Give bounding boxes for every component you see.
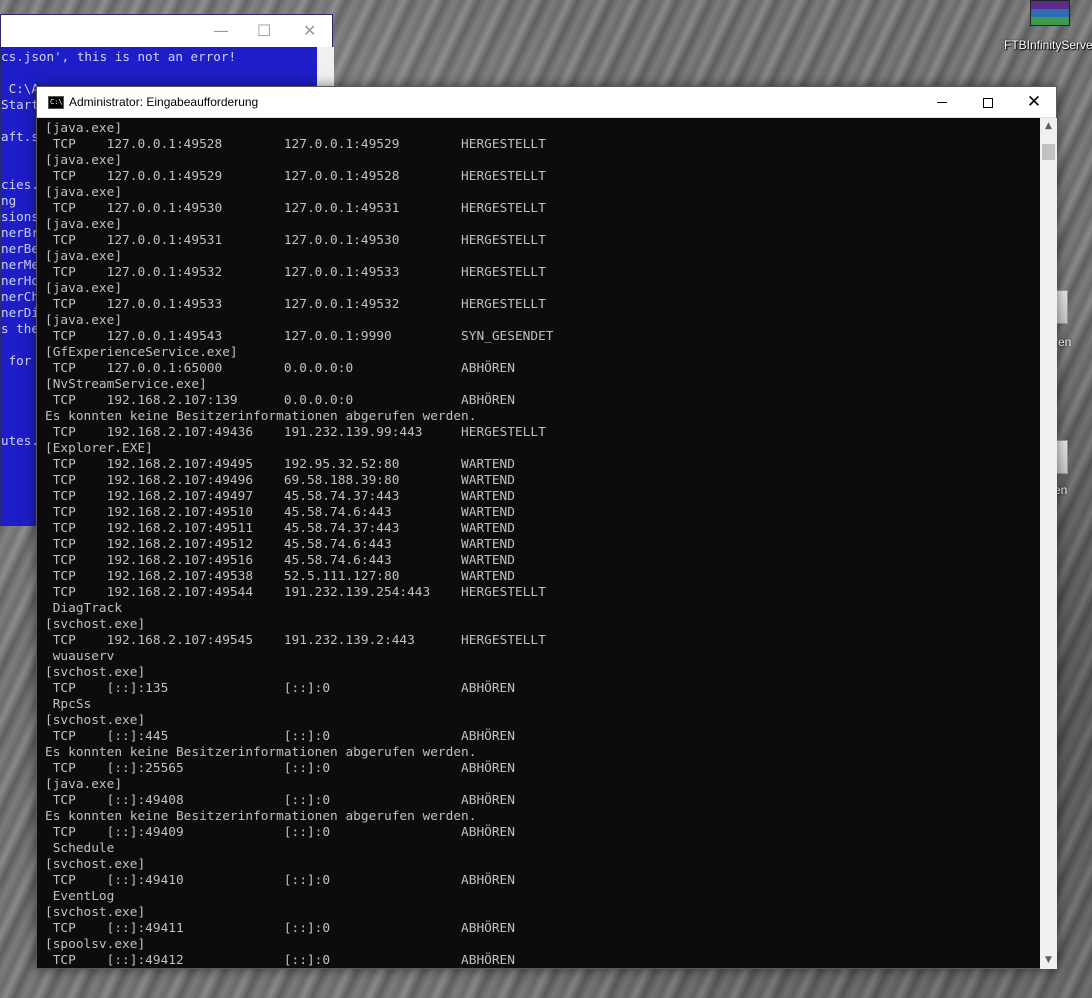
console-line: TCP [::]:445 [::]:0 ABHÖREN xyxy=(45,729,515,744)
console-line: TCP 192.168.2.107:49538 52.5.111.127:80 … xyxy=(45,569,515,584)
cmd-titlebar[interactable]: C:\ Administrator: Eingabeaufforderung ✕ xyxy=(37,87,1056,118)
background-console-line: ng xyxy=(1,193,17,208)
console-line: [spoolsv.exe] xyxy=(45,937,146,952)
console-line: DiagTrack xyxy=(45,601,123,616)
console-line: [svchost.exe] xyxy=(45,905,146,920)
console-line: TCP 127.0.0.1:49528 127.0.0.1:49529 HERG… xyxy=(45,137,546,152)
maximize-icon xyxy=(983,97,993,108)
background-console-line: nerCh xyxy=(1,289,39,304)
console-line: [java.exe] xyxy=(45,777,123,792)
close-icon[interactable]: ✕ xyxy=(303,21,316,40)
console-line: Schedule xyxy=(45,841,115,856)
console-line: TCP 192.168.2.107:49511 45.58.74.37:443 … xyxy=(45,521,515,536)
close-button[interactable]: ✕ xyxy=(1011,87,1057,118)
arrow-up-icon[interactable]: ▲ xyxy=(1040,118,1057,135)
console-line: TCP 192.168.2.107:49436 191.232.139.99:4… xyxy=(45,425,546,440)
desktop-file-icon[interactable] xyxy=(1056,290,1068,324)
console-line: [java.exe] xyxy=(45,217,123,232)
scrollbar-thumb[interactable] xyxy=(1042,144,1055,160)
console-line: [java.exe] xyxy=(45,313,123,328)
minimize-icon[interactable]: — xyxy=(213,21,229,40)
console-line: TCP 192.168.2.107:49497 45.58.74.37:443 … xyxy=(45,489,515,504)
console-line: TCP [::]:135 [::]:0 ABHÖREN xyxy=(45,681,515,696)
console-line: Es konnten keine Besitzerinformationen a… xyxy=(45,809,477,824)
console-line: [java.exe] xyxy=(45,121,123,136)
background-console-line: sions xyxy=(1,209,39,224)
close-icon: ✕ xyxy=(1026,92,1042,112)
console-line: TCP 127.0.0.1:49530 127.0.0.1:49531 HERG… xyxy=(45,201,546,216)
console-line: TCP [::]:49409 [::]:0 ABHÖREN xyxy=(45,825,515,840)
console-line: TCP 127.0.0.1:65000 0.0.0.0:0 ABHÖREN xyxy=(45,361,515,376)
console-line: [svchost.exe] xyxy=(45,857,146,872)
console-line: TCP 127.0.0.1:49532 127.0.0.1:49533 HERG… xyxy=(45,265,546,280)
background-console-line: cies. xyxy=(1,177,39,192)
cmd-window[interactable]: C:\ Administrator: Eingabeaufforderung ✕… xyxy=(36,86,1057,969)
console-line: TCP 192.168.2.107:49510 45.58.74.6:443 W… xyxy=(45,505,515,520)
console-line: [svchost.exe] xyxy=(45,713,146,728)
desktop-icon-label: FTBInfinityServer xyxy=(1004,38,1092,52)
console-line: TCP 192.168.2.107:49545 191.232.139.2:44… xyxy=(45,633,546,648)
console-line: TCP 192.168.2.107:49496 69.58.188.39:80 … xyxy=(45,473,515,488)
console-line: TCP 192.168.2.107:49495 192.95.32.52:80 … xyxy=(45,457,515,472)
console-line: [java.exe] xyxy=(45,185,123,200)
background-console-line: for xyxy=(1,353,32,368)
arrow-down-icon[interactable]: ▼ xyxy=(1040,952,1057,969)
console-line: TCP 127.0.0.1:49531 127.0.0.1:49530 HERG… xyxy=(45,233,546,248)
desktop-file-icon[interactable] xyxy=(1056,440,1068,474)
background-console-line: nerMe xyxy=(1,257,39,272)
minimize-icon xyxy=(937,102,947,103)
console-line: RpcSs xyxy=(45,697,92,712)
console-line: [java.exe] xyxy=(45,153,123,168)
maximize-icon[interactable]: ☐ xyxy=(257,21,271,40)
console-line: TCP 192.168.2.107:139 0.0.0.0:0 ABHÖREN xyxy=(45,393,515,408)
background-console-line: Start xyxy=(1,97,39,112)
console-line: TCP 192.168.2.107:49544 191.232.139.254:… xyxy=(45,585,546,600)
console-line: TCP [::]:49410 [::]:0 ABHÖREN xyxy=(45,873,515,888)
console-line: TCP 127.0.0.1:49529 127.0.0.1:49528 HERG… xyxy=(45,169,546,184)
console-line: [NvStreamService.exe] xyxy=(45,377,207,392)
background-console-line: utes. xyxy=(1,433,39,448)
console-line: [svchost.exe] xyxy=(45,617,146,632)
console-line: Es konnten keine Besitzerinformationen a… xyxy=(45,409,477,424)
background-console-line: s the xyxy=(1,321,39,336)
maximize-button[interactable] xyxy=(965,87,1011,118)
minimize-button[interactable] xyxy=(919,87,965,118)
console-line: Es konnten keine Besitzerinformationen a… xyxy=(45,745,477,760)
window-title: Administrator: Eingabeaufforderung xyxy=(69,95,259,109)
console-line: TCP [::]:49411 [::]:0 ABHÖREN xyxy=(45,921,515,936)
console-line: [GfExperienceService.exe] xyxy=(45,345,238,360)
console-line: [java.exe] xyxy=(45,281,123,296)
background-console-line: C:\A xyxy=(1,81,39,96)
background-console-line: nerBe xyxy=(1,241,39,256)
background-console-line: nerHo xyxy=(1,273,39,288)
desktop-icon-ftbinfinityserver[interactable]: FTBInfinityServer xyxy=(1004,0,1092,58)
winrar-archive-icon xyxy=(1030,0,1070,26)
background-window-titlebar[interactable]: — ☐ ✕ xyxy=(1,15,332,47)
background-console-line: nerDi xyxy=(1,305,39,320)
console-line: EventLog xyxy=(45,889,115,904)
console-line: TCP 192.168.2.107:49512 45.58.74.6:443 W… xyxy=(45,537,515,552)
console-line: [svchost.exe] xyxy=(45,665,146,680)
console-line: TCP [::]:49408 [::]:0 ABHÖREN xyxy=(45,793,515,808)
console-line: [java.exe] xyxy=(45,249,123,264)
console-line: TCP [::]:49412 [::]:0 ABHÖREN xyxy=(45,953,515,968)
console-line: TCP [::]:25565 [::]:0 ABHÖREN xyxy=(45,761,515,776)
console-line: TCP 127.0.0.1:49533 127.0.0.1:49532 HERG… xyxy=(45,297,546,312)
console-line: wuauserv xyxy=(45,649,115,664)
console-output[interactable]: [java.exe] TCP 127.0.0.1:49528 127.0.0.1… xyxy=(37,118,1040,969)
console-line: TCP 127.0.0.1:49543 127.0.0.1:9990 SYN_G… xyxy=(45,329,554,344)
cmd-app-icon[interactable]: C:\ xyxy=(48,96,64,109)
background-console-line: aft.s xyxy=(1,129,39,144)
console-line: TCP 192.168.2.107:49516 45.58.74.6:443 W… xyxy=(45,553,515,568)
console-line: [Explorer.EXE] xyxy=(45,441,153,456)
background-console-line: nerBr xyxy=(1,225,39,240)
background-console-line: cs.json', this is not an error! xyxy=(1,49,237,64)
vertical-scrollbar[interactable]: ▲ ▼ xyxy=(1040,118,1057,969)
